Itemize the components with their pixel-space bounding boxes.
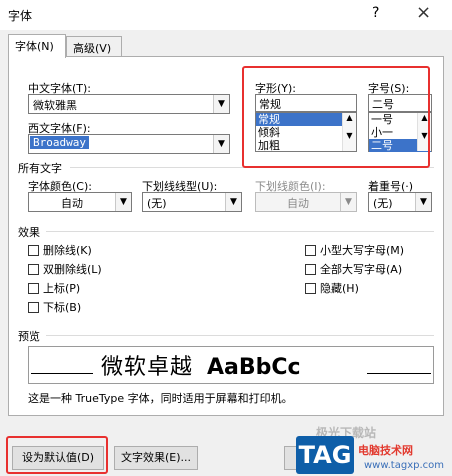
emphasis-value: (无): [373, 197, 393, 210]
watermark-url: www.tagxp.com: [364, 460, 444, 471]
small-caps-checkbox[interactable]: 小型大写字母(M): [305, 242, 404, 258]
double-strikethrough-checkbox[interactable]: 双删除线(L): [28, 261, 102, 277]
tab-advanced[interactable]: 高级(V): [66, 36, 122, 56]
text-effects-button[interactable]: 文字效果(E)...: [114, 446, 198, 470]
checkbox-box[interactable]: [28, 301, 39, 313]
highlight-box: [242, 66, 430, 168]
chevron-down-icon[interactable]: ▼: [213, 135, 229, 153]
all-caps-checkbox[interactable]: 全部大写字母(A): [305, 261, 402, 277]
all-text-heading: 所有文字: [18, 162, 62, 175]
preview-baseline: [367, 373, 431, 374]
emphasis-combo[interactable]: (无) ▼: [368, 192, 432, 212]
divider: [46, 335, 434, 336]
underline-color-combo: 自动 ▼: [255, 192, 357, 212]
preview-box: 微软卓越 AaBbCc: [28, 346, 434, 384]
title-bar: 字体 ? ×: [0, 0, 452, 30]
hidden-checkbox[interactable]: 隐藏(H): [305, 280, 359, 296]
checkbox-label: 隐藏(H): [320, 282, 359, 295]
checkbox-label: 小型大写字母(M): [320, 244, 405, 257]
chevron-down-icon[interactable]: ▼: [213, 95, 229, 113]
preview-sample-cn: 微软卓越: [101, 355, 194, 380]
preview-baseline: [31, 373, 93, 374]
checkbox-box[interactable]: [305, 244, 316, 256]
chinese-font-value: 微软雅黑: [33, 99, 77, 112]
checkbox-box[interactable]: [28, 282, 39, 294]
subscript-checkbox[interactable]: 下标(B): [28, 299, 81, 315]
preview-sample-en: AaBbCc: [207, 355, 301, 380]
western-font-combo[interactable]: Broadway ▼: [28, 134, 230, 154]
chevron-down-icon[interactable]: ▼: [115, 193, 131, 211]
checkbox-box[interactable]: [305, 263, 316, 275]
divider: [46, 231, 434, 232]
superscript-checkbox[interactable]: 上标(P): [28, 280, 80, 296]
checkbox-label: 全部大写字母(A): [320, 263, 403, 276]
chevron-down-icon[interactable]: ▼: [225, 193, 241, 211]
underline-type-value: (无): [147, 197, 167, 210]
checkbox-label: 删除线(K): [43, 244, 92, 257]
preview-note: 这是一种 TrueType 字体，同时适用于屏幕和打印机。: [28, 392, 293, 405]
chinese-font-combo[interactable]: 微软雅黑 ▼: [28, 94, 230, 114]
checkbox-box[interactable]: [28, 263, 39, 275]
strikethrough-checkbox[interactable]: 删除线(K): [28, 242, 92, 258]
watermark-logo: TAG: [296, 436, 354, 474]
western-font-value: Broadway: [30, 136, 89, 149]
font-color-value: 自动: [61, 197, 83, 210]
checkbox-box[interactable]: [305, 282, 316, 294]
checkbox-label: 双删除线(L): [43, 263, 102, 276]
checkbox-box[interactable]: [28, 244, 39, 256]
underline-type-combo[interactable]: (无) ▼: [142, 192, 242, 212]
highlight-box: [6, 436, 108, 474]
tab-font[interactable]: 字体(N): [8, 34, 66, 58]
close-button[interactable]: ×: [416, 2, 431, 23]
chevron-down-icon[interactable]: ▼: [415, 193, 431, 211]
chevron-down-icon: ▼: [340, 193, 356, 211]
underline-color-value: 自动: [287, 197, 309, 210]
effects-heading: 效果: [18, 226, 40, 239]
watermark-text: 电脑技术网: [358, 444, 413, 457]
checkbox-label: 上标(P): [43, 282, 81, 295]
dialog-title: 字体: [8, 9, 33, 23]
checkbox-label: 下标(B): [43, 301, 82, 314]
help-button[interactable]: ?: [372, 5, 379, 21]
preview-heading: 预览: [18, 330, 40, 343]
font-color-combo[interactable]: 自动 ▼: [28, 192, 132, 212]
preview-sample: 微软卓越 AaBbCc: [101, 349, 301, 381]
